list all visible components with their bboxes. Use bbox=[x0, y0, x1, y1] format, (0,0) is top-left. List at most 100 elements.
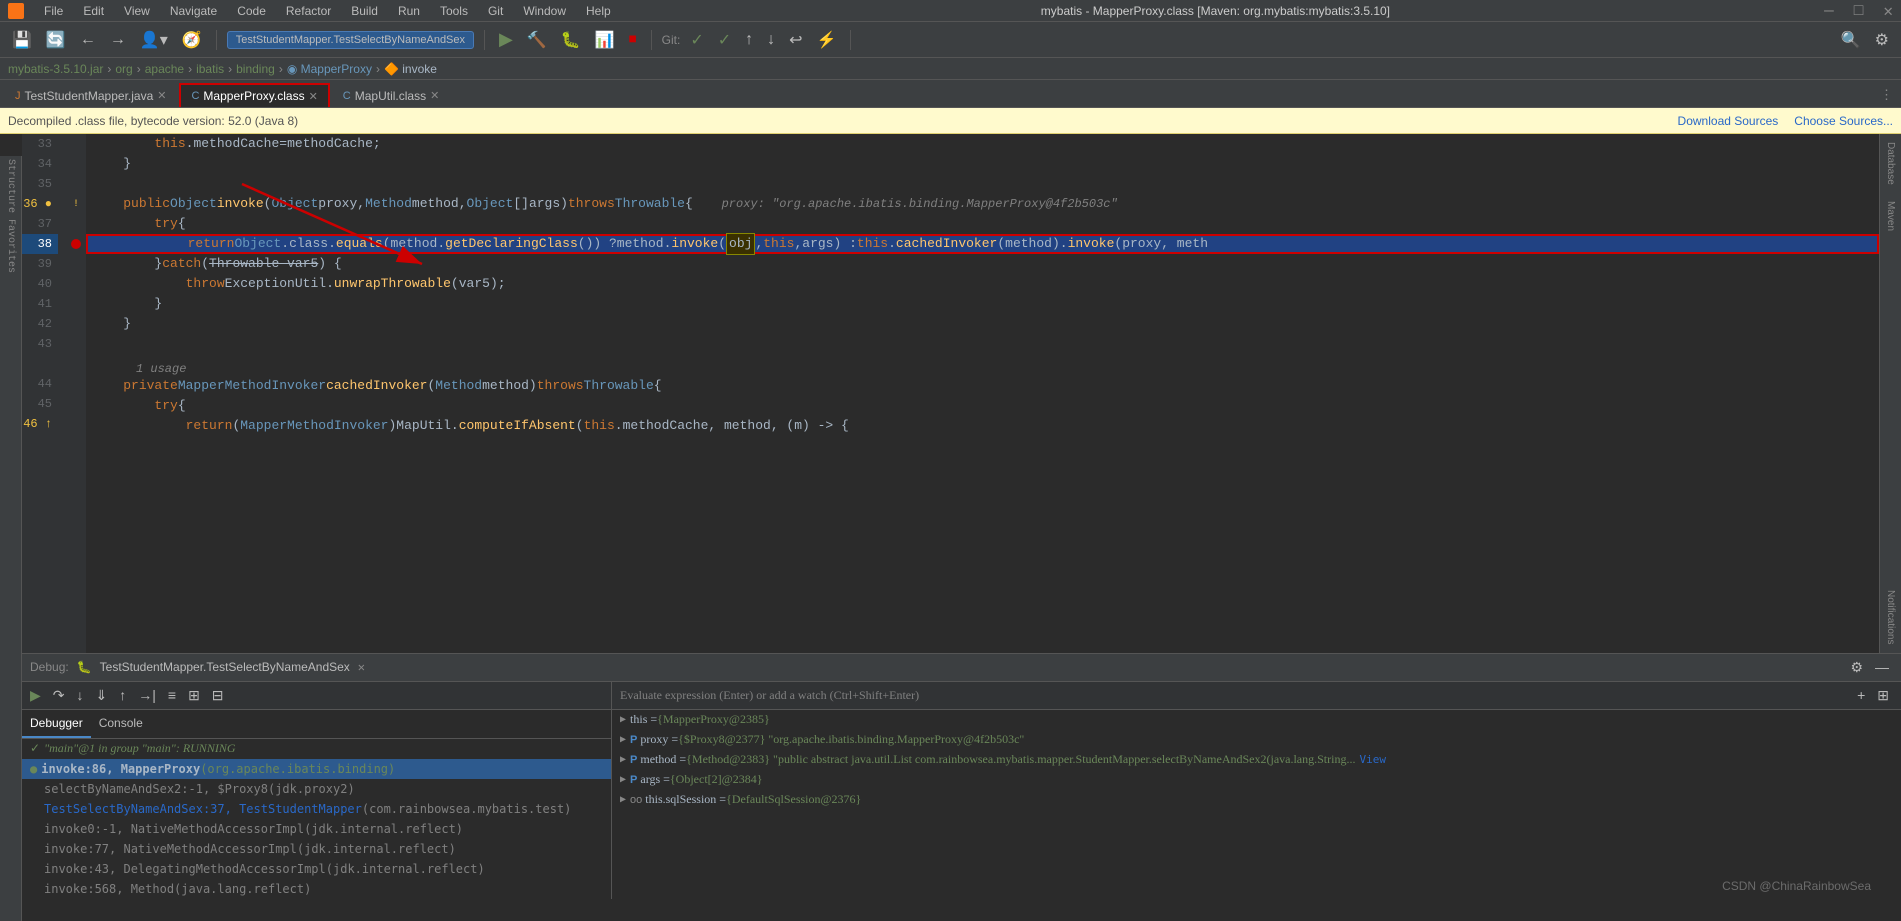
watch-this-expand[interactable]: ▶ bbox=[620, 714, 626, 725]
build-btn[interactable]: 🔨 bbox=[523, 28, 551, 52]
menu-navigate[interactable]: Navigate bbox=[166, 4, 221, 18]
watch-sqlsession-expand[interactable]: ▶ bbox=[620, 794, 626, 805]
menu-git[interactable]: Git bbox=[484, 4, 507, 18]
tab-close-0[interactable]: ✕ bbox=[157, 89, 166, 102]
stack-frame-0[interactable]: ● invoke:86, MapperProxy (org.apache.iba… bbox=[22, 759, 611, 779]
menu-edit[interactable]: Edit bbox=[79, 4, 108, 18]
git-revert-btn[interactable]: ↩ bbox=[785, 28, 806, 52]
minimize-btn[interactable]: — bbox=[1824, 2, 1834, 20]
watch-proxy[interactable]: ▶ P proxy = {$Proxy8@2377} "org.apache.i… bbox=[612, 730, 1901, 750]
settings-btn[interactable]: ⚙ bbox=[1871, 28, 1893, 52]
code-line-46: return (MapperMethodInvoker)MapUtil.comp… bbox=[86, 416, 1879, 436]
git-push-btn[interactable]: ↑ bbox=[741, 29, 757, 51]
tab-close-1[interactable]: ✕ bbox=[309, 90, 318, 103]
breadcrumb-org[interactable]: org bbox=[115, 62, 132, 76]
code-editor[interactable]: this.methodCache = methodCache; } public… bbox=[86, 134, 1879, 653]
git-translate-btn[interactable]: ⚡ bbox=[813, 28, 841, 52]
watch-method-view[interactable]: View bbox=[1359, 753, 1386, 766]
stack-frame-4[interactable]: invoke:77, NativeMethodAccessorImpl (jdk… bbox=[22, 839, 611, 859]
line-num-39: 39 bbox=[22, 254, 58, 274]
sync-btn[interactable]: 🔄 bbox=[42, 28, 70, 52]
tab-close-2[interactable]: ✕ bbox=[430, 89, 439, 102]
menu-build[interactable]: Build bbox=[347, 4, 382, 18]
step-into-btn[interactable]: ↓ bbox=[73, 686, 88, 704]
run-config-dropdown[interactable]: TestStudentMapper.TestSelectByNameAndSex bbox=[227, 31, 474, 49]
debugger-tab[interactable]: Debugger bbox=[22, 710, 91, 738]
stack-frame-3[interactable]: invoke0:-1, NativeMethodAccessorImpl (jd… bbox=[22, 819, 611, 839]
download-sources-link[interactable]: Download Sources bbox=[1678, 114, 1779, 128]
tab-test-student-mapper[interactable]: J TestStudentMapper.java ✕ bbox=[4, 83, 177, 107]
stack-frame-5[interactable]: invoke:43, DelegatingMethodAccessorImpl … bbox=[22, 859, 611, 879]
menu-code[interactable]: Code bbox=[233, 4, 270, 18]
debug-session-tab[interactable]: TestStudentMapper.TestSelectByNameAndSex bbox=[100, 660, 350, 674]
line-num-43: 43 bbox=[22, 334, 58, 354]
watch-args[interactable]: ▶ P args = {Object[2]@2384} bbox=[612, 770, 1901, 790]
running-check-icon: ✓ bbox=[30, 741, 40, 756]
evaluate-btn[interactable]: ≡ bbox=[164, 686, 180, 704]
debug-evaluate-bar[interactable]: Evaluate expression (Enter) or add a wat… bbox=[612, 682, 1901, 710]
maven-panel-btn[interactable]: Maven bbox=[1885, 193, 1896, 239]
resume-btn[interactable]: ▶ bbox=[26, 686, 45, 705]
database-panel-btn[interactable]: Database bbox=[1885, 134, 1896, 193]
menu-window[interactable]: Window bbox=[519, 4, 570, 18]
step-over-btn[interactable]: ↷ bbox=[49, 686, 69, 705]
breadcrumb-mapperproxy[interactable]: ◉ MapperProxy bbox=[287, 62, 372, 76]
back-btn[interactable]: ← bbox=[76, 29, 100, 51]
menu-refactor[interactable]: Refactor bbox=[282, 4, 335, 18]
favorites-icon[interactable]: Favorites bbox=[0, 216, 22, 276]
git-pull-btn[interactable]: ↓ bbox=[763, 29, 779, 51]
save-btn[interactable]: 💾 bbox=[8, 28, 36, 52]
search-everywhere-btn[interactable]: 🔍 bbox=[1837, 28, 1865, 52]
watch-args-expand[interactable]: ▶ bbox=[620, 774, 626, 785]
debug-settings-btn[interactable]: ⚙ bbox=[1846, 658, 1867, 677]
breadcrumb-ibatis[interactable]: ibatis bbox=[196, 62, 224, 76]
run-to-cursor-btn[interactable]: →| bbox=[134, 686, 160, 704]
close-btn[interactable]: ✕ bbox=[1883, 1, 1893, 21]
stop-btn[interactable]: ⏹ bbox=[625, 29, 641, 51]
debug-session-close[interactable]: ✕ bbox=[358, 660, 365, 675]
tab-mapper-proxy[interactable]: C MapperProxy.class ✕ bbox=[179, 83, 329, 107]
menu-help[interactable]: Help bbox=[582, 4, 615, 18]
step-out-btn[interactable]: ↑ bbox=[115, 686, 130, 704]
tab-overflow[interactable]: ⋮ bbox=[1872, 84, 1901, 107]
run-btn[interactable]: ▶ bbox=[495, 27, 517, 52]
menu-view[interactable]: View bbox=[120, 4, 154, 18]
expand-watches-btn[interactable]: ⊞ bbox=[1873, 686, 1893, 705]
watch-method-p-icon: P bbox=[630, 754, 637, 766]
maximize-btn[interactable]: □ bbox=[1854, 2, 1864, 20]
console-tab[interactable]: Console bbox=[91, 710, 151, 738]
menu-file[interactable]: File bbox=[40, 4, 67, 18]
tab-map-util[interactable]: C MapUtil.class ✕ bbox=[332, 83, 451, 107]
git-check-btn[interactable]: ✓ bbox=[686, 28, 707, 52]
choose-sources-link[interactable]: Choose Sources... bbox=[1794, 114, 1893, 128]
recent-files-btn[interactable]: 👤▾ bbox=[136, 28, 172, 52]
add-watch-btn[interactable]: + bbox=[1853, 686, 1869, 705]
nav-bar-btn[interactable]: 🧭 bbox=[178, 28, 206, 52]
breadcrumb-apache[interactable]: apache bbox=[145, 62, 184, 76]
git-check2-btn[interactable]: ✓ bbox=[714, 28, 735, 52]
threads-btn[interactable]: ⊟ bbox=[208, 686, 228, 705]
breadcrumb-binding[interactable]: binding bbox=[236, 62, 275, 76]
forward-btn[interactable]: → bbox=[106, 29, 130, 51]
stack-frame-6[interactable]: invoke:568, Method (java.lang.reflect) bbox=[22, 879, 611, 899]
watch-sqlsession[interactable]: ▶ oo this.sqlSession = {DefaultSqlSessio… bbox=[612, 790, 1901, 810]
debug-btn[interactable]: 🐛 bbox=[557, 28, 585, 52]
frames-btn[interactable]: ⊞ bbox=[184, 686, 204, 705]
watch-method[interactable]: ▶ P method = {Method@2383} "public abstr… bbox=[612, 750, 1901, 770]
notifications-panel-btn[interactable]: Notifications bbox=[1885, 582, 1896, 652]
stack-package-6: (java.lang.reflect) bbox=[174, 882, 311, 896]
structure-icon[interactable]: Structure bbox=[0, 156, 22, 216]
menu-run[interactable]: Run bbox=[394, 4, 424, 18]
force-step-into-btn[interactable]: ⇓ bbox=[92, 686, 112, 705]
watch-method-expand[interactable]: ▶ bbox=[620, 754, 626, 765]
breadcrumb-jar[interactable]: mybatis-3.5.10.jar bbox=[8, 62, 103, 76]
stack-frame-1[interactable]: selectByNameAndSex2:-1, $Proxy8 (jdk.pro… bbox=[22, 779, 611, 799]
menu-tools[interactable]: Tools bbox=[436, 4, 472, 18]
code-line-34: } bbox=[86, 154, 1879, 174]
watch-this[interactable]: ▶ this = {MapperProxy@2385} bbox=[612, 710, 1901, 730]
coverage-btn[interactable]: 📊 bbox=[591, 28, 619, 52]
stack-label-2: TestSelectByNameAndSex:37, TestStudentMa… bbox=[44, 802, 362, 816]
watch-proxy-expand[interactable]: ▶ bbox=[620, 734, 626, 745]
debug-minimize-btn[interactable]: — bbox=[1871, 658, 1893, 677]
stack-frame-2[interactable]: TestSelectByNameAndSex:37, TestStudentMa… bbox=[22, 799, 611, 819]
